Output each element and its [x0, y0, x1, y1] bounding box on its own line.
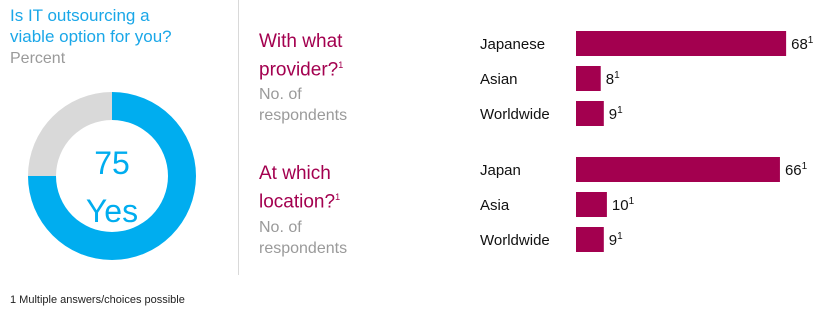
bar-category-label: Worldwide	[480, 106, 550, 123]
bar-category-label: Japan	[480, 162, 521, 179]
bar	[576, 101, 604, 126]
bar-category-label: Japanese	[480, 36, 545, 53]
bar-value-label: 91	[609, 105, 623, 123]
bar	[576, 157, 780, 182]
bar	[576, 227, 604, 252]
bar-value-label: 101	[612, 196, 635, 214]
bar-value-label: 91	[609, 231, 623, 249]
bar-value-label: 81	[606, 70, 620, 88]
bar-category-label: Worldwide	[480, 232, 550, 249]
bar	[576, 192, 607, 217]
bar-value-label: 661	[785, 161, 808, 179]
bar-category-label: Asian	[480, 71, 518, 88]
bar	[576, 31, 787, 56]
bar	[576, 66, 601, 91]
bar-charts: Japanese 681 Asian 81 Worldwide 91 Japan 661 Asi…	[480, 31, 814, 252]
footnote: 1 Multiple answers/choices possible	[10, 294, 185, 306]
bar-value-label: 681	[791, 35, 814, 53]
bar-category-label: Asia	[480, 197, 510, 214]
